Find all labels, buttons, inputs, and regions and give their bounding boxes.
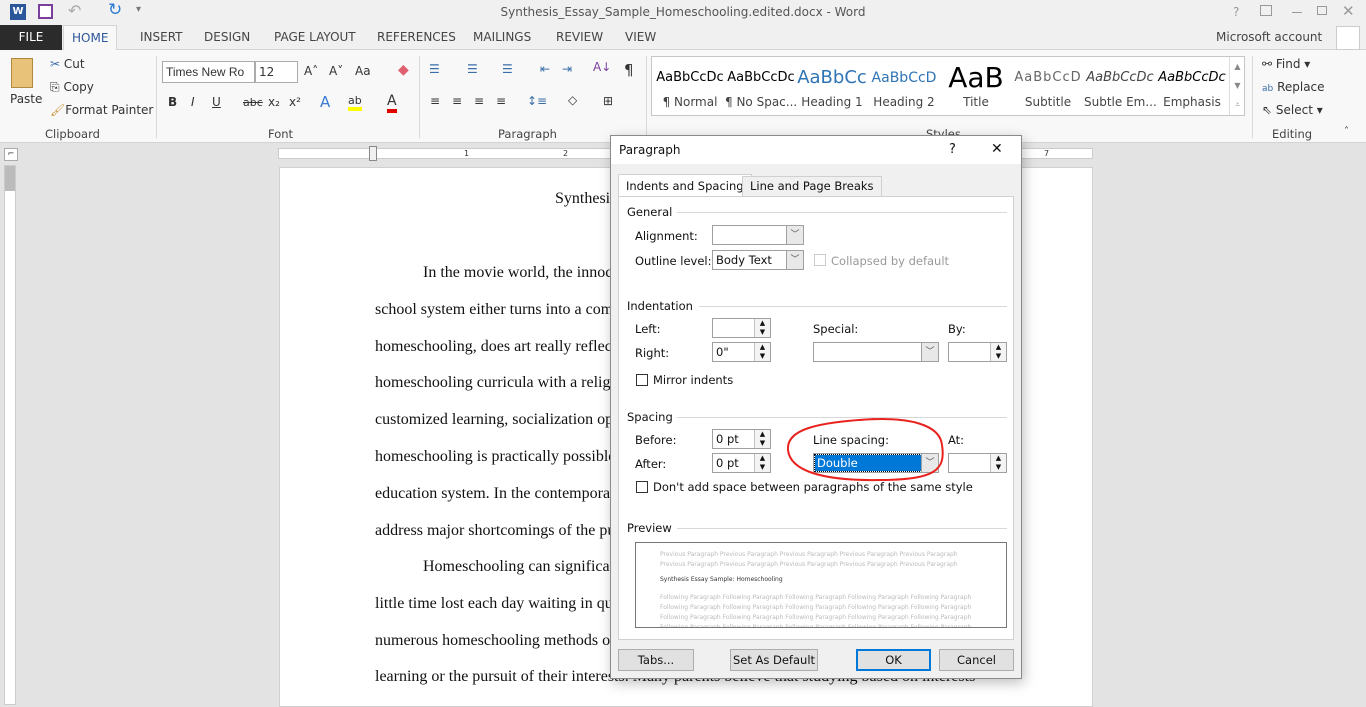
red-circle-annotation [786, 418, 944, 482]
